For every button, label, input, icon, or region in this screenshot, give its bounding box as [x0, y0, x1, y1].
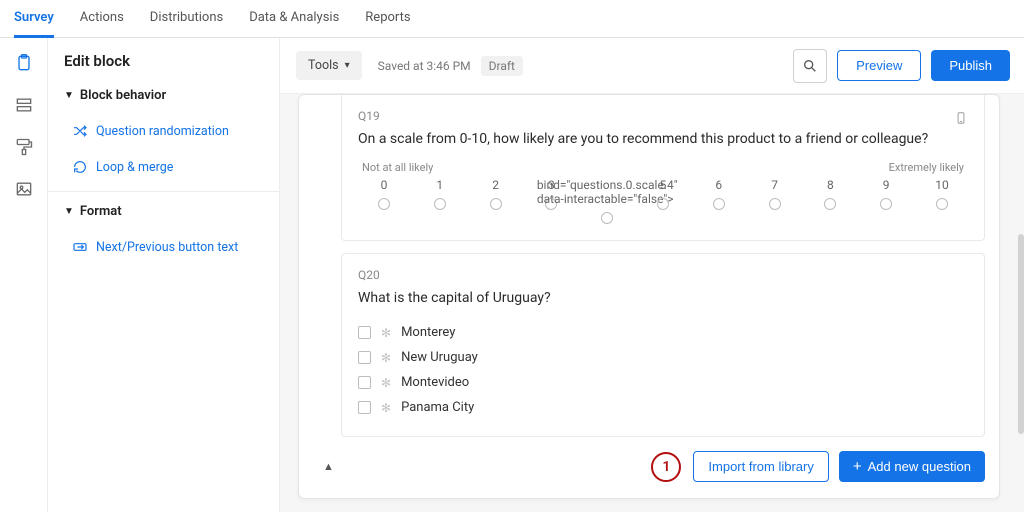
collapse-block-icon[interactable]: ▲ — [323, 460, 334, 473]
tab-data-analysis[interactable]: Data & Analysis — [249, 0, 339, 38]
sidebar-title: Edit block — [64, 52, 263, 70]
question-number: Q19 — [358, 109, 968, 123]
draft-badge: Draft — [481, 56, 523, 76]
tools-label: Tools — [308, 58, 339, 73]
radio-icon — [936, 198, 948, 210]
saved-indicator: Saved at 3:46 PM — [378, 59, 471, 73]
radio-icon — [713, 198, 725, 210]
publish-button[interactable]: Publish — [931, 50, 1010, 81]
sidebar: Edit block ▼ Block behavior Question ran… — [48, 38, 280, 512]
image-icon[interactable] — [13, 178, 35, 200]
radio-icon — [378, 198, 390, 210]
tab-actions[interactable]: Actions — [80, 0, 124, 38]
nps-option[interactable]: 9 — [862, 178, 910, 224]
mc-option[interactable]: ✻ Montevideo — [358, 370, 968, 395]
radio-icon — [880, 198, 892, 210]
radio-icon — [657, 198, 669, 210]
nps-right-label: Extremely likely — [889, 161, 964, 174]
section-format[interactable]: ▼ Format — [64, 204, 263, 219]
drag-handle-icon[interactable]: ✻ — [381, 401, 391, 415]
caret-down-icon: ▼ — [64, 206, 74, 217]
nps-option[interactable]: bind="questions.0.scale.4" data-interact… — [583, 178, 631, 224]
link-label: Question randomization — [96, 124, 229, 139]
section-heading: Format — [80, 204, 122, 219]
nps-option[interactable]: 2 — [472, 178, 520, 224]
option-label: Panama City — [401, 400, 474, 415]
question-card-q19[interactable]: Q19 On a scale from 0-10, how likely are… — [341, 95, 985, 241]
question-text: What is the capital of Uruguay? — [358, 290, 968, 306]
search-icon — [802, 58, 818, 74]
mc-option[interactable]: ✻ Panama City — [358, 395, 968, 420]
checkbox-icon — [358, 401, 371, 414]
shuffle-icon — [72, 123, 88, 139]
nps-option[interactable]: 7 — [751, 178, 799, 224]
checkbox-icon — [358, 326, 371, 339]
question-text: On a scale from 0-10, how likely are you… — [358, 131, 968, 147]
link-next-previous-button-text[interactable]: Next/Previous button text — [64, 229, 263, 265]
radio-icon — [824, 198, 836, 210]
loop-icon — [72, 159, 88, 175]
canvas: Tools ▾ Saved at 3:46 PM Draft Preview P… — [280, 38, 1024, 512]
option-label: Montevideo — [401, 375, 469, 390]
checkbox-icon — [358, 376, 371, 389]
survey-block: Q19 On a scale from 0-10, how likely are… — [298, 94, 1000, 499]
tools-dropdown[interactable]: Tools ▾ — [296, 51, 362, 80]
drag-handle-icon[interactable]: ✻ — [381, 351, 391, 365]
mc-option[interactable]: ✻ Monterey — [358, 320, 968, 345]
link-loop-merge[interactable]: Loop & merge — [64, 149, 263, 185]
nps-option[interactable]: 10 — [918, 178, 966, 224]
plus-icon: + — [853, 459, 862, 474]
tab-survey[interactable]: Survey — [14, 0, 54, 38]
link-question-randomization[interactable]: Question randomization — [64, 113, 263, 149]
paintroller-icon[interactable] — [13, 136, 35, 158]
section-heading: Block behavior — [80, 88, 166, 103]
scrollbar[interactable] — [1018, 94, 1024, 512]
link-label: Next/Previous button text — [96, 240, 238, 255]
import-from-library-button[interactable]: Import from library — [693, 451, 828, 482]
scroll-area[interactable]: Q19 On a scale from 0-10, how likely are… — [280, 94, 1018, 512]
caret-down-icon: ▼ — [64, 90, 74, 101]
canvas-toolbar: Tools ▾ Saved at 3:46 PM Draft Preview P… — [280, 38, 1024, 94]
chevron-down-icon: ▾ — [345, 60, 350, 71]
option-label: New Uruguay — [401, 350, 478, 365]
tab-distributions[interactable]: Distributions — [150, 0, 223, 38]
left-rail — [0, 38, 48, 512]
add-new-question-button[interactable]: + Add new question — [839, 451, 985, 482]
scrollbar-thumb[interactable] — [1018, 234, 1024, 434]
nps-option[interactable]: 5 — [639, 178, 687, 224]
mc-option[interactable]: ✻ New Uruguay — [358, 345, 968, 370]
nps-left-label: Not at all likely — [362, 161, 433, 174]
option-label: Monterey — [401, 325, 455, 340]
radio-icon — [769, 198, 781, 210]
nav-icon — [72, 239, 88, 255]
drag-handle-icon[interactable]: ✻ — [381, 376, 391, 390]
radio-icon — [490, 198, 502, 210]
nps-option[interactable]: 0 — [360, 178, 408, 224]
nps-option[interactable]: 8 — [806, 178, 854, 224]
section-block-behavior[interactable]: ▼ Block behavior — [64, 88, 263, 103]
nps-option[interactable]: 1 — [416, 178, 464, 224]
button-label: Add new question — [868, 459, 971, 474]
drag-handle-icon[interactable]: ✻ — [381, 326, 391, 340]
top-nav: Survey Actions Distributions Data & Anal… — [0, 0, 1024, 38]
checkbox-icon — [358, 351, 371, 364]
search-button[interactable] — [793, 49, 827, 83]
annotation-callout: 1 — [651, 452, 681, 482]
radio-icon — [434, 198, 446, 210]
mobile-preview-icon[interactable] — [954, 109, 968, 131]
link-label: Loop & merge — [96, 160, 173, 175]
layout-icon[interactable] — [13, 94, 35, 116]
nps-scale: 0 1 2 3 bind="questions.0.scale.4" data-… — [358, 178, 968, 224]
question-number: Q20 — [358, 268, 968, 282]
radio-icon — [601, 212, 613, 224]
clipboard-icon[interactable] — [13, 52, 35, 74]
tab-reports[interactable]: Reports — [365, 0, 410, 38]
block-footer: ▲ 1 Import from library + Add new questi… — [299, 437, 999, 482]
nps-option[interactable]: 6 — [695, 178, 743, 224]
preview-button[interactable]: Preview — [837, 50, 921, 81]
question-card-q20[interactable]: Q20 What is the capital of Uruguay? ✻ Mon… — [341, 253, 985, 437]
